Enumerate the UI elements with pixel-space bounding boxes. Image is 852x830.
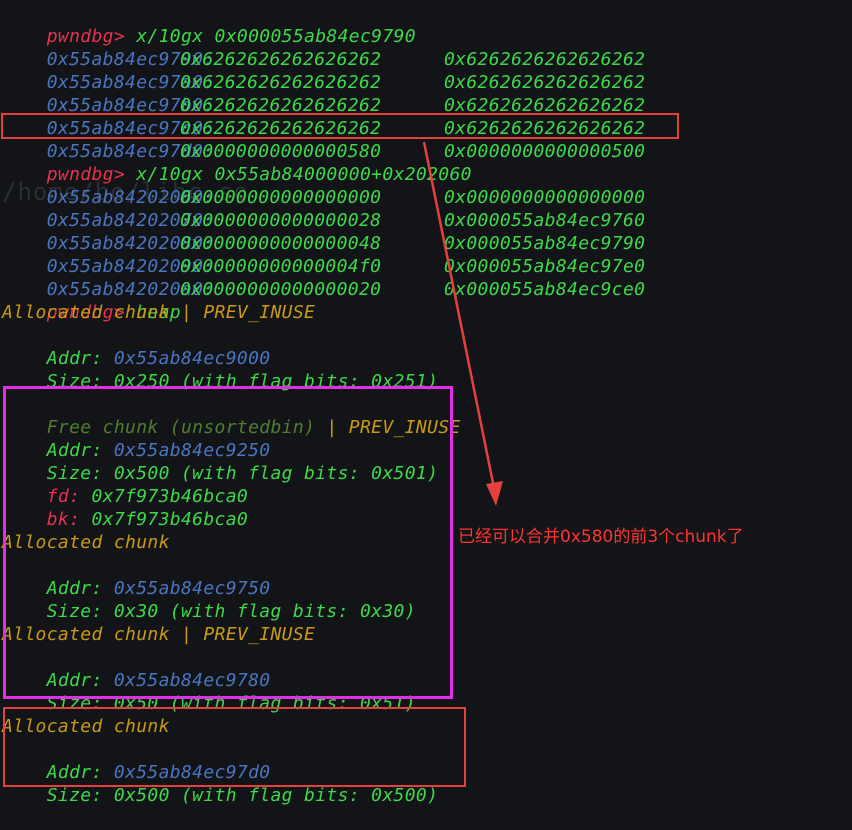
annotation-note: 已经可以合并0x580的前3个chunk了 [458, 527, 744, 547]
arrow-icon [422, 141, 503, 506]
terminal-window: /home/bo/libc.so pwndbg> x/10gx 0x000055… [0, 0, 852, 806]
